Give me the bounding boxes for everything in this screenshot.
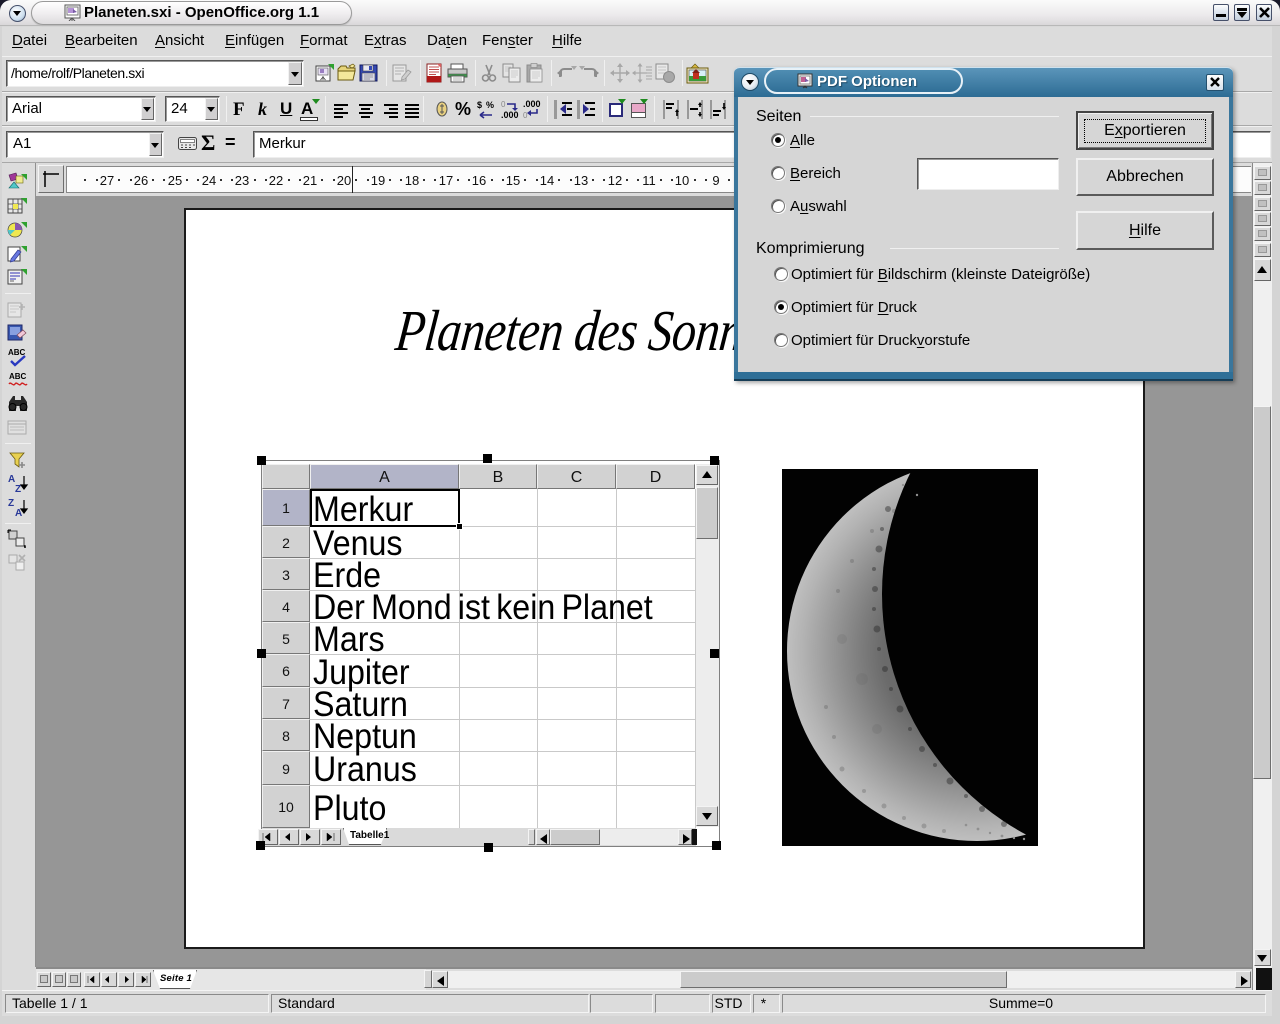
svg-text:0: 0 (523, 111, 528, 120)
svg-text:ABC: ABC (9, 372, 27, 381)
svg-text:%: % (486, 100, 494, 110)
svg-text:.000: .000 (523, 99, 541, 109)
svg-text:0: 0 (501, 100, 506, 109)
svg-text:.000: .000 (501, 110, 519, 120)
svg-text:$: $ (477, 100, 482, 110)
svg-text:Z: Z (8, 498, 14, 509)
svg-text:ABC: ABC (8, 348, 26, 357)
svg-text:Z: Z (15, 484, 21, 493)
